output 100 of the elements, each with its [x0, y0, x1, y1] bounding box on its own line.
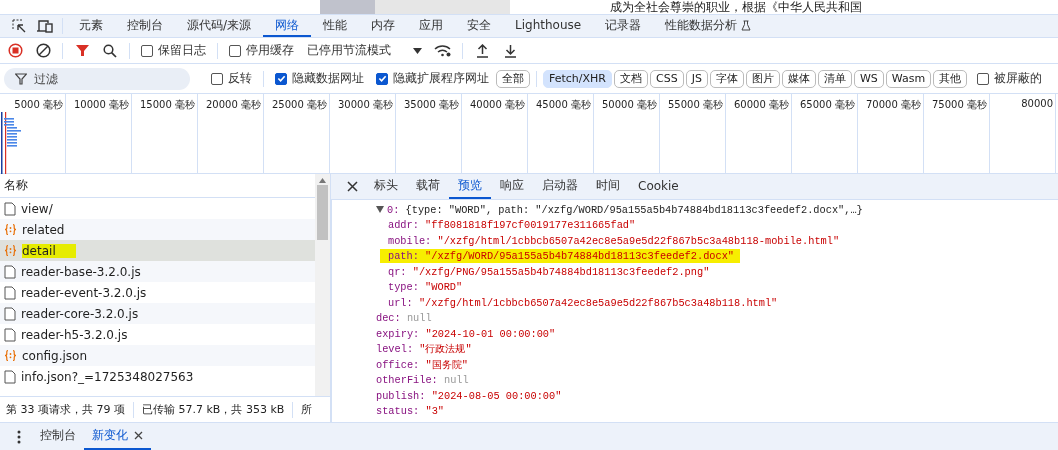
panel-tab[interactable]: 网络	[263, 15, 312, 37]
filter-icon	[15, 72, 27, 85]
panel-tab[interactable]: 元素	[67, 15, 115, 37]
request-row[interactable]: reader-core-3.2.0.js	[0, 303, 315, 324]
json-property: dec: null	[376, 311, 433, 326]
request-row[interactable]: reader-base-3.2.0.js	[0, 261, 315, 282]
panel-tab[interactable]: 性能	[311, 15, 360, 37]
detail-tab[interactable]: 载荷	[407, 174, 449, 199]
json-property: qr: "/xzfg/PNG/95a155a5b4b74884bd18113c3feedef2.png"	[388, 264, 711, 279]
panel-tab[interactable]: 应用	[407, 15, 456, 37]
request-name: reader-core-3.2.0.js	[21, 306, 139, 321]
request-row[interactable]: related	[0, 219, 315, 240]
json-property: expiry: "2024-10-01 00:00:00"	[376, 326, 557, 341]
type-filter-chip[interactable]: JS	[685, 69, 708, 88]
timeline-tick: 35000 毫秒	[404, 98, 459, 110]
detail-tab[interactable]: 启动器	[533, 174, 587, 199]
json-property: mobile: "/xzfg/html/1cbbcb6507a42ec8e5a9e5d22f867b5c3a48b118-mobile.html"	[388, 233, 841, 248]
timeline-tick: 10000 毫秒	[74, 98, 129, 110]
checkbox-label: 保留日志	[158, 42, 206, 59]
expand-triangle-icon[interactable]	[376, 206, 384, 214]
detail-tab[interactable]: 时间	[587, 174, 629, 199]
type-filter-chip[interactable]: 其他	[933, 69, 968, 88]
scroll-up-icon[interactable]	[319, 178, 326, 183]
type-filter-chip[interactable]: WS	[853, 69, 884, 88]
waterfall-drawing	[1, 112, 23, 174]
file-icon	[4, 201, 16, 216]
checkbox-label: 隐藏数据网址	[292, 70, 364, 87]
json-property: addr: "ff8081818f197cf0019177e311665fad"	[388, 218, 637, 233]
panel-tab[interactable]: 源代码/来源	[175, 15, 264, 37]
timeline-tick: 15000 毫秒	[140, 98, 195, 110]
checkbox[interactable]	[275, 72, 287, 85]
checkbox[interactable]	[229, 44, 241, 57]
json-property: status: "3"	[376, 404, 445, 419]
checkbox[interactable]	[376, 72, 388, 85]
checkbox-label: 停用缓存	[246, 42, 294, 59]
timeline-tick: 75000 毫秒	[932, 98, 987, 110]
checkbox-label: 反转	[228, 70, 252, 87]
type-filter-chip[interactable]: 图片	[745, 69, 780, 88]
detail-tab[interactable]: 预览	[449, 174, 491, 199]
file-icon	[4, 369, 16, 384]
type-filter-chip[interactable]: Fetch/XHR	[543, 69, 612, 88]
scrollbar[interactable]	[315, 174, 330, 396]
request-name: reader-event-3.2.0.js	[21, 285, 147, 300]
drawer-tab[interactable]: 控制台	[32, 423, 84, 450]
detail-tab[interactable]: 响应	[491, 174, 533, 199]
json-property: url: "/xzfg/html/1cbbcb6507a42ec8e5a9e5d22f867b5c3a48b118.html"	[388, 295, 779, 310]
file-icon	[4, 327, 16, 342]
request-name: reader-h5-3.2.0.js	[21, 327, 128, 342]
json-property: publish: "2024-08-05 00:00:00"	[376, 388, 563, 403]
type-filter-chip[interactable]: 字体	[709, 69, 744, 88]
timeline-tick: 80000	[1021, 98, 1053, 110]
file-icon	[4, 285, 16, 300]
type-filter-chip[interactable]: CSS	[650, 69, 684, 88]
detail-tab[interactable]: 标头	[365, 174, 407, 199]
status-text: 第 33 项请求，共 79 项	[6, 402, 125, 417]
json-object-summary[interactable]: 0: {type: "WORD", path: "/xzfg/WORD/95a155a5b4b74884bd18113c3feedef2.docx",…}	[387, 203, 863, 216]
timeline-tick: 25000 毫秒	[272, 98, 327, 110]
json-property: path: "/xzfg/WORD/95a155a5b4b74884bd18113c3feedef2.docx"	[380, 249, 741, 264]
page-text: 成为全社会尊崇的职业，根据《中华人民共和国	[610, 0, 862, 14]
panel-tab[interactable]: 控制台	[115, 15, 175, 37]
caret-icon	[413, 47, 422, 54]
timeline-tick: 30000 毫秒	[338, 98, 393, 110]
request-name: config.json	[22, 348, 88, 363]
json-property: office: "国务院"	[376, 357, 469, 373]
timeline-tick: 20000 毫秒	[206, 98, 261, 110]
request-row[interactable]: detail	[0, 240, 315, 261]
braces-icon	[4, 223, 17, 236]
timeline-tick: 40000 毫秒	[470, 98, 525, 110]
close-icon[interactable]	[134, 431, 143, 440]
type-filter-chip[interactable]: 清单	[817, 69, 852, 88]
request-name: view/	[21, 201, 53, 216]
type-filter-chip[interactable]: 文档	[614, 69, 648, 88]
request-row[interactable]: config.json	[0, 345, 315, 366]
timeline-tick: 5000 毫秒	[14, 98, 63, 110]
throttle-dropdown[interactable]: 已停用节流模式	[301, 42, 428, 59]
panel-tab[interactable]: 记录器	[593, 15, 654, 37]
checkbox[interactable]	[141, 44, 153, 57]
checkbox[interactable]	[211, 72, 223, 85]
braces-icon	[4, 244, 17, 257]
panel-tab[interactable]: Lighthouse	[503, 15, 594, 37]
type-filter-chip[interactable]: 全部	[496, 69, 530, 88]
type-filter-chip[interactable]: 媒体	[781, 69, 816, 88]
drawer-tab[interactable]: 新变化	[84, 423, 151, 450]
status-text: 已传输 57.7 kB，共 353 kB	[142, 402, 285, 417]
timeline-tick: 55000 毫秒	[668, 98, 723, 110]
timeline-tick: 45000 毫秒	[536, 98, 591, 110]
timeline-tick: 65000 毫秒	[800, 98, 855, 110]
panel-tab[interactable]: 性能数据分析	[653, 15, 764, 37]
timeline-tick: 50000 毫秒	[602, 98, 657, 110]
filter-field[interactable]: 过滤	[4, 67, 190, 90]
detail-tab[interactable]: Cookie	[629, 174, 688, 199]
file-icon	[4, 264, 16, 279]
panel-tab[interactable]: 内存	[359, 15, 408, 37]
panel-tab[interactable]: 安全	[455, 15, 504, 37]
type-filter-chip[interactable]: Wasm	[885, 69, 932, 88]
braces-icon	[4, 349, 17, 362]
checkbox[interactable]	[977, 72, 990, 85]
scroll-thumb[interactable]	[317, 185, 328, 240]
timeline-tick: 70000 毫秒	[866, 98, 921, 110]
column-header: 名称	[4, 177, 28, 194]
